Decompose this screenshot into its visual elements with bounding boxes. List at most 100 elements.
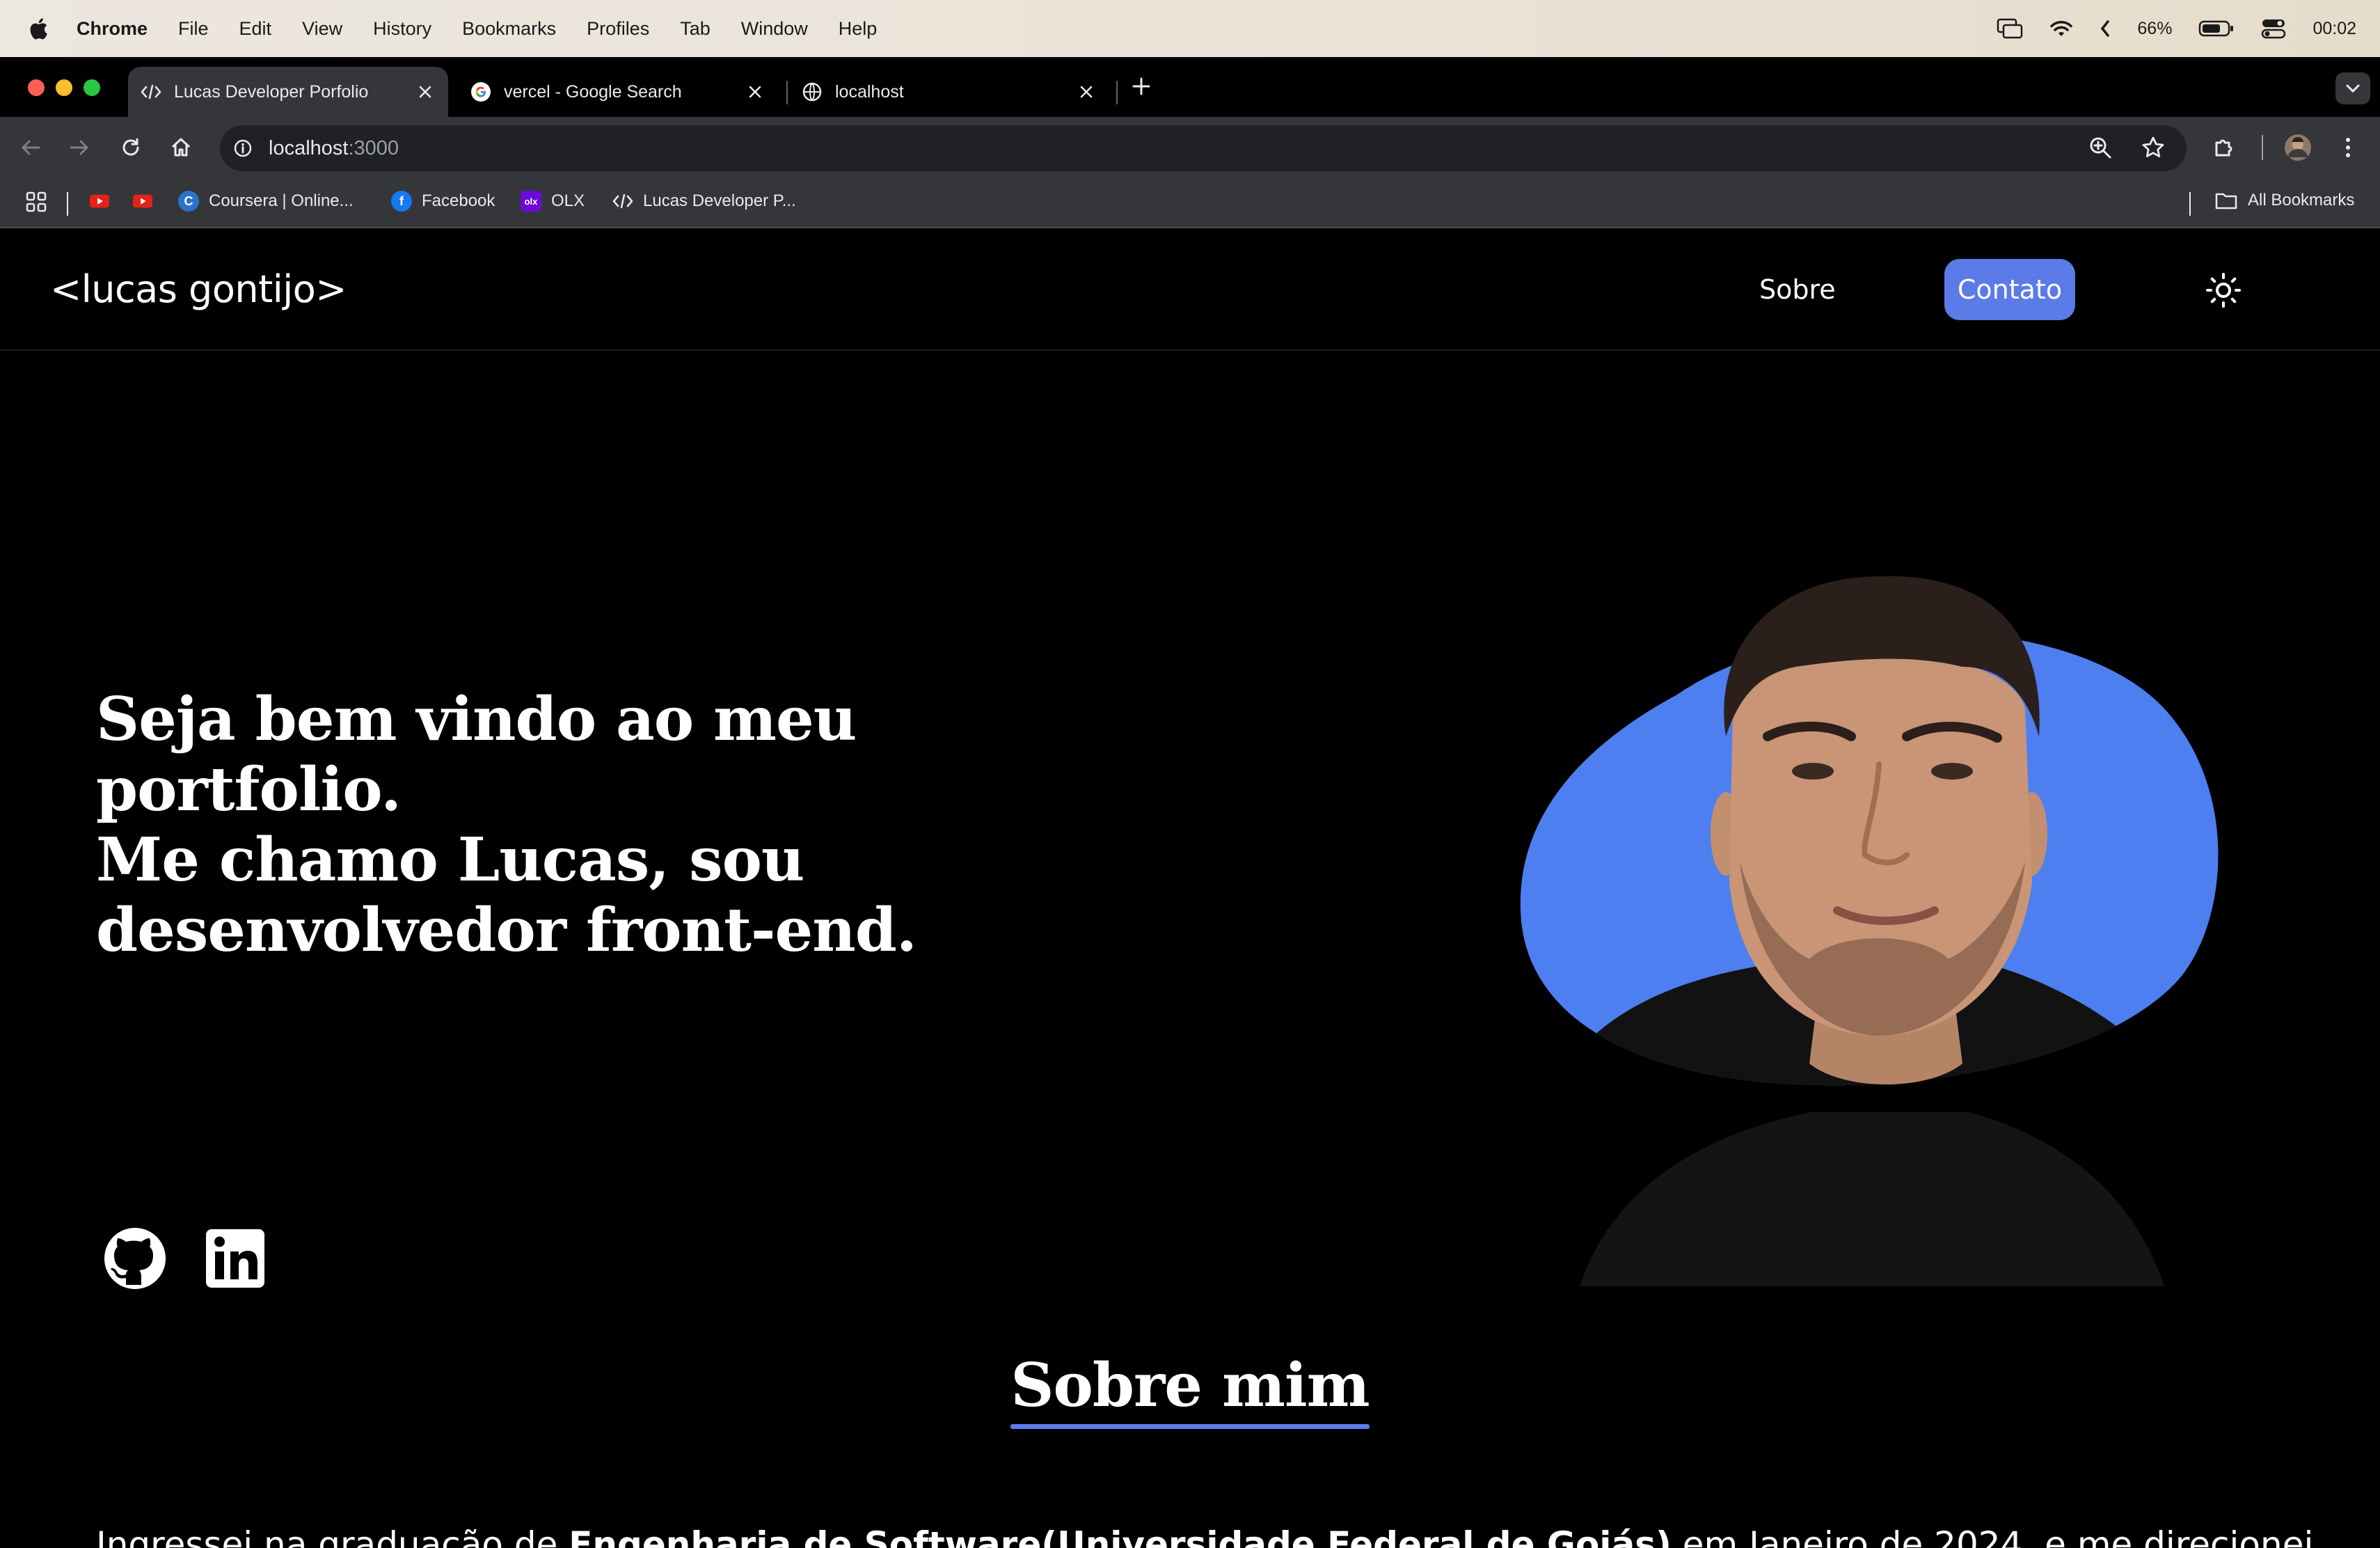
macos-menubar: Chrome File Edit View History Bookmarks … xyxy=(0,0,2380,57)
sun-icon[interactable] xyxy=(2205,271,2242,309)
code-icon xyxy=(141,81,161,102)
web-page: <lucas gontijo> Sobre Contato Seja bem v… xyxy=(0,228,2380,1548)
url-text: localhost:3000 xyxy=(269,137,399,160)
tab-title: vercel - Google Search xyxy=(504,81,682,102)
chrome-menu-button[interactable] xyxy=(2331,131,2365,164)
bookmark-star-icon[interactable] xyxy=(2141,135,2166,160)
section-title-sobre-mim: Sobre mim xyxy=(0,1350,2380,1429)
facebook-icon: f xyxy=(391,191,412,212)
youtube-icon xyxy=(89,191,110,212)
arrow-left-icon xyxy=(22,140,40,155)
tab-strip: Lucas Developer Porfolio vercel - Google… xyxy=(0,57,2380,117)
about-text-highlight: Engenharia de Software(Universidade Fede… xyxy=(569,1524,1672,1548)
maximize-window-button[interactable] xyxy=(84,79,100,96)
screen-mirroring-icon[interactable] xyxy=(1997,18,2023,39)
home-icon xyxy=(171,138,191,157)
bookmark-label: OLX xyxy=(551,191,585,210)
battery-icon[interactable] xyxy=(2198,19,2235,38)
address-bar-actions xyxy=(2088,135,2166,160)
browser-chrome: Lucas Developer Porfolio vercel - Google… xyxy=(0,57,2380,228)
close-tab-icon[interactable] xyxy=(413,80,437,104)
bookmark-lucas-developer[interactable]: Lucas Developer P... xyxy=(612,191,796,212)
tab-search-button[interactable] xyxy=(2335,72,2370,104)
close-window-button[interactable] xyxy=(28,79,45,96)
site-info-icon[interactable] xyxy=(230,135,256,161)
close-tab-icon[interactable] xyxy=(1074,80,1098,104)
google-icon xyxy=(470,81,491,102)
hero-heading: Seja bem vindo ao meu portfolio. Me cham… xyxy=(96,684,1070,965)
bookmark-youtube-2[interactable] xyxy=(132,191,163,212)
new-tab-button[interactable] xyxy=(1127,74,1155,102)
tab-title: localhost xyxy=(835,81,904,102)
menu-profiles[interactable]: Profiles xyxy=(587,18,649,40)
tab-title: Lucas Developer Porfolio xyxy=(174,81,369,102)
menu-help[interactable]: Help xyxy=(839,18,878,40)
nav-link-sobre[interactable]: Sobre xyxy=(1759,274,1836,305)
bookmark-olx[interactable]: olx OLX xyxy=(521,191,585,212)
menubar-status-area: 66% 00:02 xyxy=(1997,0,2356,57)
bookmark-coursera[interactable]: C Coursera | Online... xyxy=(178,191,354,212)
coursera-icon: C xyxy=(178,191,199,212)
bookmark-facebook[interactable]: f Facebook xyxy=(391,191,495,212)
globe-icon xyxy=(802,81,823,102)
tab-vercel-google-search[interactable]: vercel - Google Search xyxy=(458,67,778,117)
hero-line: Seja bem vindo ao meu portfolio. xyxy=(96,684,857,825)
forward-button[interactable] xyxy=(63,131,96,164)
olx-icon: olx xyxy=(521,191,541,212)
minimize-window-button[interactable] xyxy=(56,79,72,96)
menu-file[interactable]: File xyxy=(178,18,209,40)
menu-history[interactable]: History xyxy=(373,18,431,40)
bookmark-youtube-1[interactable] xyxy=(89,191,120,212)
code-icon xyxy=(612,191,633,212)
profile-button[interactable] xyxy=(2281,131,2315,164)
tab-lucas-developer-portfolio[interactable]: Lucas Developer Porfolio xyxy=(128,67,448,117)
reload-button[interactable] xyxy=(114,131,148,164)
about-text-suffix: em Janeiro de 2024, e me direcionei xyxy=(1671,1524,2314,1548)
home-button[interactable] xyxy=(164,131,198,164)
battery-percentage: 66% xyxy=(2137,18,2173,38)
bookmark-label: Facebook xyxy=(422,191,495,210)
address-bar[interactable]: localhost:3000 xyxy=(220,125,2187,171)
url-port: :3000 xyxy=(348,136,399,159)
youtube-icon xyxy=(132,191,153,212)
back-button[interactable] xyxy=(14,131,47,164)
control-center-icon[interactable] xyxy=(2261,18,2286,39)
menu-window[interactable]: Window xyxy=(741,18,808,40)
bookmark-label: Lucas Developer P... xyxy=(643,191,796,210)
browser-toolbar: localhost:3000 xyxy=(0,117,2380,178)
about-text-prefix: Ingressei na graduação de xyxy=(96,1524,569,1548)
zoom-icon[interactable] xyxy=(2088,135,2113,160)
site-header: <lucas gontijo> Sobre Contato xyxy=(0,228,2380,351)
apps-grid-icon xyxy=(26,191,47,212)
apps-shortcut[interactable] xyxy=(25,191,47,213)
github-icon[interactable] xyxy=(102,1225,168,1292)
close-tab-icon[interactable] xyxy=(743,80,767,104)
hero-line: desenvolvedor front-end. xyxy=(96,895,917,965)
menu-tab[interactable]: Tab xyxy=(680,18,711,40)
title-underline xyxy=(1010,1424,1370,1429)
section-title-text: Sobre mim xyxy=(1010,1350,1370,1421)
avatar xyxy=(2285,134,2311,161)
about-paragraph: Ingressei na graduação de Engenharia de … xyxy=(96,1524,2323,1548)
plus-icon xyxy=(1132,77,1150,95)
site-logo[interactable]: <lucas gontijo> xyxy=(50,267,347,311)
folder-icon xyxy=(2215,193,2237,210)
tab-localhost[interactable]: localhost xyxy=(789,67,1109,117)
linkedin-icon[interactable] xyxy=(202,1225,269,1292)
url-host: localhost xyxy=(269,136,349,159)
nav-button-contato[interactable]: Contato xyxy=(1944,259,2075,320)
tab-separator xyxy=(786,81,788,104)
all-bookmarks-label: All Bookmarks xyxy=(2248,191,2355,210)
all-bookmarks-button[interactable]: All Bookmarks xyxy=(2214,191,2354,210)
menu-bookmarks[interactable]: Bookmarks xyxy=(462,18,556,40)
bookmarks-bar: C Coursera | Online... f Facebook olx OL… xyxy=(0,178,2380,228)
menu-view[interactable]: View xyxy=(302,18,342,40)
chevron-left-icon[interactable] xyxy=(2100,19,2111,38)
bookmarks-divider xyxy=(2189,192,2191,216)
menu-chrome[interactable]: Chrome xyxy=(77,18,148,40)
wifi-icon[interactable] xyxy=(2049,19,2073,38)
extensions-button[interactable] xyxy=(2207,131,2241,164)
reload-icon xyxy=(122,138,139,156)
apple-icon[interactable] xyxy=(28,17,49,40)
menu-edit[interactable]: Edit xyxy=(239,18,272,40)
